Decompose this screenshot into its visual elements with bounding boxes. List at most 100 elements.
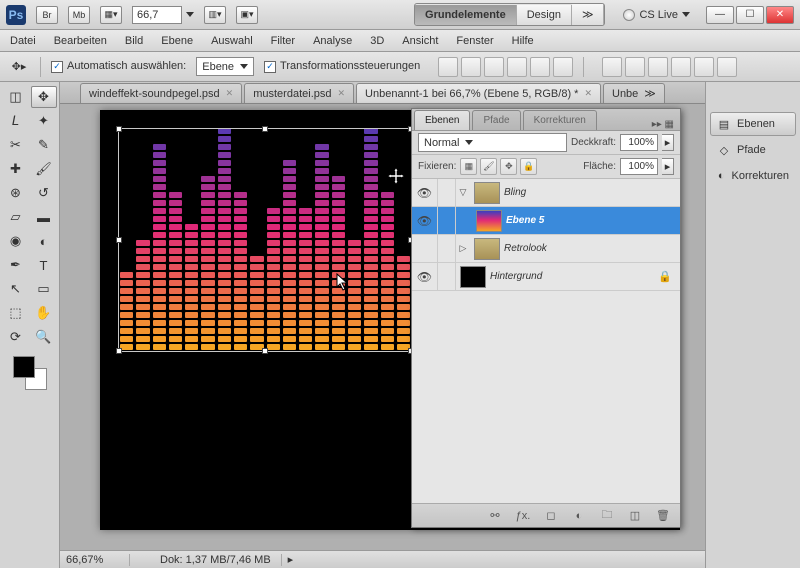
zoom-combo[interactable] [132,6,194,24]
visibility-toggle[interactable]: 👁 [412,263,438,290]
menu-fenster[interactable]: Fenster [456,35,493,47]
visibility-toggle[interactable] [412,235,438,262]
new-layer-button[interactable]: ◫ [626,507,644,525]
close-icon[interactable]: ✕ [226,88,234,99]
marquee-tool[interactable]: ◫ [3,86,29,108]
doc-tab-0[interactable]: windeffekt-soundpegel.psd✕ [80,83,242,103]
type-tool[interactable]: T [31,254,57,276]
dist-left-button[interactable] [671,57,691,77]
panel-tab-pfade[interactable]: Pfade [472,110,520,130]
gradient-tool[interactable]: ▬ [31,206,57,228]
dodge-tool[interactable]: ◐ [31,230,57,252]
mask-button[interactable]: ◻ [542,507,560,525]
align-hcenter-button[interactable] [530,57,550,77]
healing-tool[interactable]: ✚ [3,158,29,180]
layers-panel[interactable]: Ebenen Pfade Korrekturen ▸▸ ▦ Normal Dec… [411,108,681,528]
layer-row[interactable]: 👁 ▽ Bling [412,179,680,207]
auto-select-check[interactable]: ✓Automatisch auswählen: [51,60,186,73]
menu-analyse[interactable]: Analyse [313,35,352,47]
opacity-dd[interactable]: ▸ [662,134,674,151]
workspace-more[interactable]: ≫ [572,4,605,25]
status-zoom[interactable]: 66,67% [60,554,130,566]
bridge-button[interactable]: Br [36,6,58,24]
workspace-tab-grundelemente[interactable]: Grundelemente [415,5,517,25]
lock-trans-button[interactable]: ▦ [460,158,477,175]
panel-collapse[interactable]: ▸▸ ▦ [646,119,680,130]
pen-tool[interactable]: ✒ [3,254,29,276]
layer-name[interactable]: Bling [504,187,526,198]
menu-hilfe[interactable]: Hilfe [512,35,534,47]
status-more[interactable]: ▸ [282,553,300,566]
panel-tab-korrekturen[interactable]: Korrekturen [523,110,597,130]
move-tool[interactable]: ✥ [31,86,57,108]
dist-hcenter-button[interactable] [694,57,714,77]
visibility-toggle[interactable]: 👁 [412,207,438,234]
close-button[interactable]: ✕ [766,6,794,24]
visibility-toggle[interactable]: 👁 [412,179,438,206]
more-icon[interactable]: ≫ [644,87,656,100]
screen-mode-button[interactable]: ▣▾ [236,6,258,24]
menu-bearbeiten[interactable]: Bearbeiten [54,35,107,47]
clone-tool[interactable]: ⊛ [3,182,29,204]
chevron-down-icon[interactable] [186,12,194,17]
cslive-button[interactable]: CS Live [623,9,690,21]
color-swatches[interactable] [13,356,47,390]
status-doc-size[interactable]: Dok: 1,37 MB/7,46 MB [150,554,282,566]
menu-3d[interactable]: 3D [370,35,384,47]
maximize-button[interactable]: ☐ [736,6,764,24]
fill-dd[interactable]: ▸ [662,158,674,175]
blend-mode-combo[interactable]: Normal [418,133,567,152]
brush-tool[interactable]: 🖌 [31,158,57,180]
dist-right-button[interactable] [717,57,737,77]
eraser-tool[interactable]: ▱ [3,206,29,228]
close-icon[interactable]: ✕ [337,88,345,99]
disclosure-icon[interactable]: ▷ [456,243,470,254]
layer-row[interactable]: 👁Hintergrund🔒 [412,263,680,291]
path-select-tool[interactable]: ↖ [3,278,29,300]
dist-top-button[interactable] [602,57,622,77]
layer-name[interactable]: Hintergrund [490,271,542,282]
minibridge-button[interactable]: Mb [68,6,90,24]
dock-korrekturen[interactable]: ◐Korrekturen [710,164,796,188]
menu-auswahl[interactable]: Auswahl [211,35,253,47]
panel-tab-ebenen[interactable]: Ebenen [414,110,470,130]
fx-button[interactable]: ƒx. [514,507,532,525]
dock-pfade[interactable]: ◇Pfade [710,138,796,162]
disclosure-icon[interactable]: ▽ [456,187,470,198]
delete-layer-button[interactable]: 🗑 [654,507,672,525]
crop-tool[interactable]: ✂ [3,134,29,156]
doc-tab-3[interactable]: Unbe≫ [603,83,665,103]
rotate-view-tool[interactable]: ⟳ [3,326,29,348]
layer-row[interactable]: 👁 Ebene 5 [412,207,680,235]
fill-input[interactable] [620,158,658,175]
magic-wand-tool[interactable]: ✦ [31,110,57,132]
align-top-button[interactable] [438,57,458,77]
align-bottom-button[interactable] [484,57,504,77]
zoom-tool[interactable]: 🔍 [31,326,57,348]
doc-tab-1[interactable]: musterdatei.psd✕ [244,83,354,103]
auto-select-mode[interactable]: Ebene [196,57,254,76]
dist-bottom-button[interactable] [648,57,668,77]
menu-bild[interactable]: Bild [125,35,143,47]
minimize-button[interactable]: — [706,6,734,24]
close-icon[interactable]: ✕ [584,88,592,99]
3d-tool[interactable]: ⬚ [3,302,29,324]
menu-filter[interactable]: Filter [271,35,295,47]
workspace-tab-design[interactable]: Design [517,5,572,25]
dock-ebenen[interactable]: ▤Ebenen [710,112,796,136]
view-extras-button[interactable]: ▦▾ [100,6,122,24]
menu-ebene[interactable]: Ebene [161,35,193,47]
blur-tool[interactable]: ◉ [3,230,29,252]
layer-name[interactable]: Ebene 5 [506,215,544,226]
menu-ansicht[interactable]: Ansicht [402,35,438,47]
lock-pos-button[interactable]: ✥ [500,158,517,175]
zoom-input[interactable] [132,6,182,24]
menu-datei[interactable]: Datei [10,35,36,47]
doc-tab-2[interactable]: Unbenannt-1 bei 66,7% (Ebene 5, RGB/8) *… [356,83,601,103]
align-vcenter-button[interactable] [461,57,481,77]
align-right-button[interactable] [553,57,573,77]
opacity-input[interactable] [620,134,658,151]
lock-pixels-button[interactable]: 🖌 [480,158,497,175]
arrange-docs-button[interactable]: ▥▾ [204,6,226,24]
adjustment-button[interactable]: ◐ [570,507,588,525]
